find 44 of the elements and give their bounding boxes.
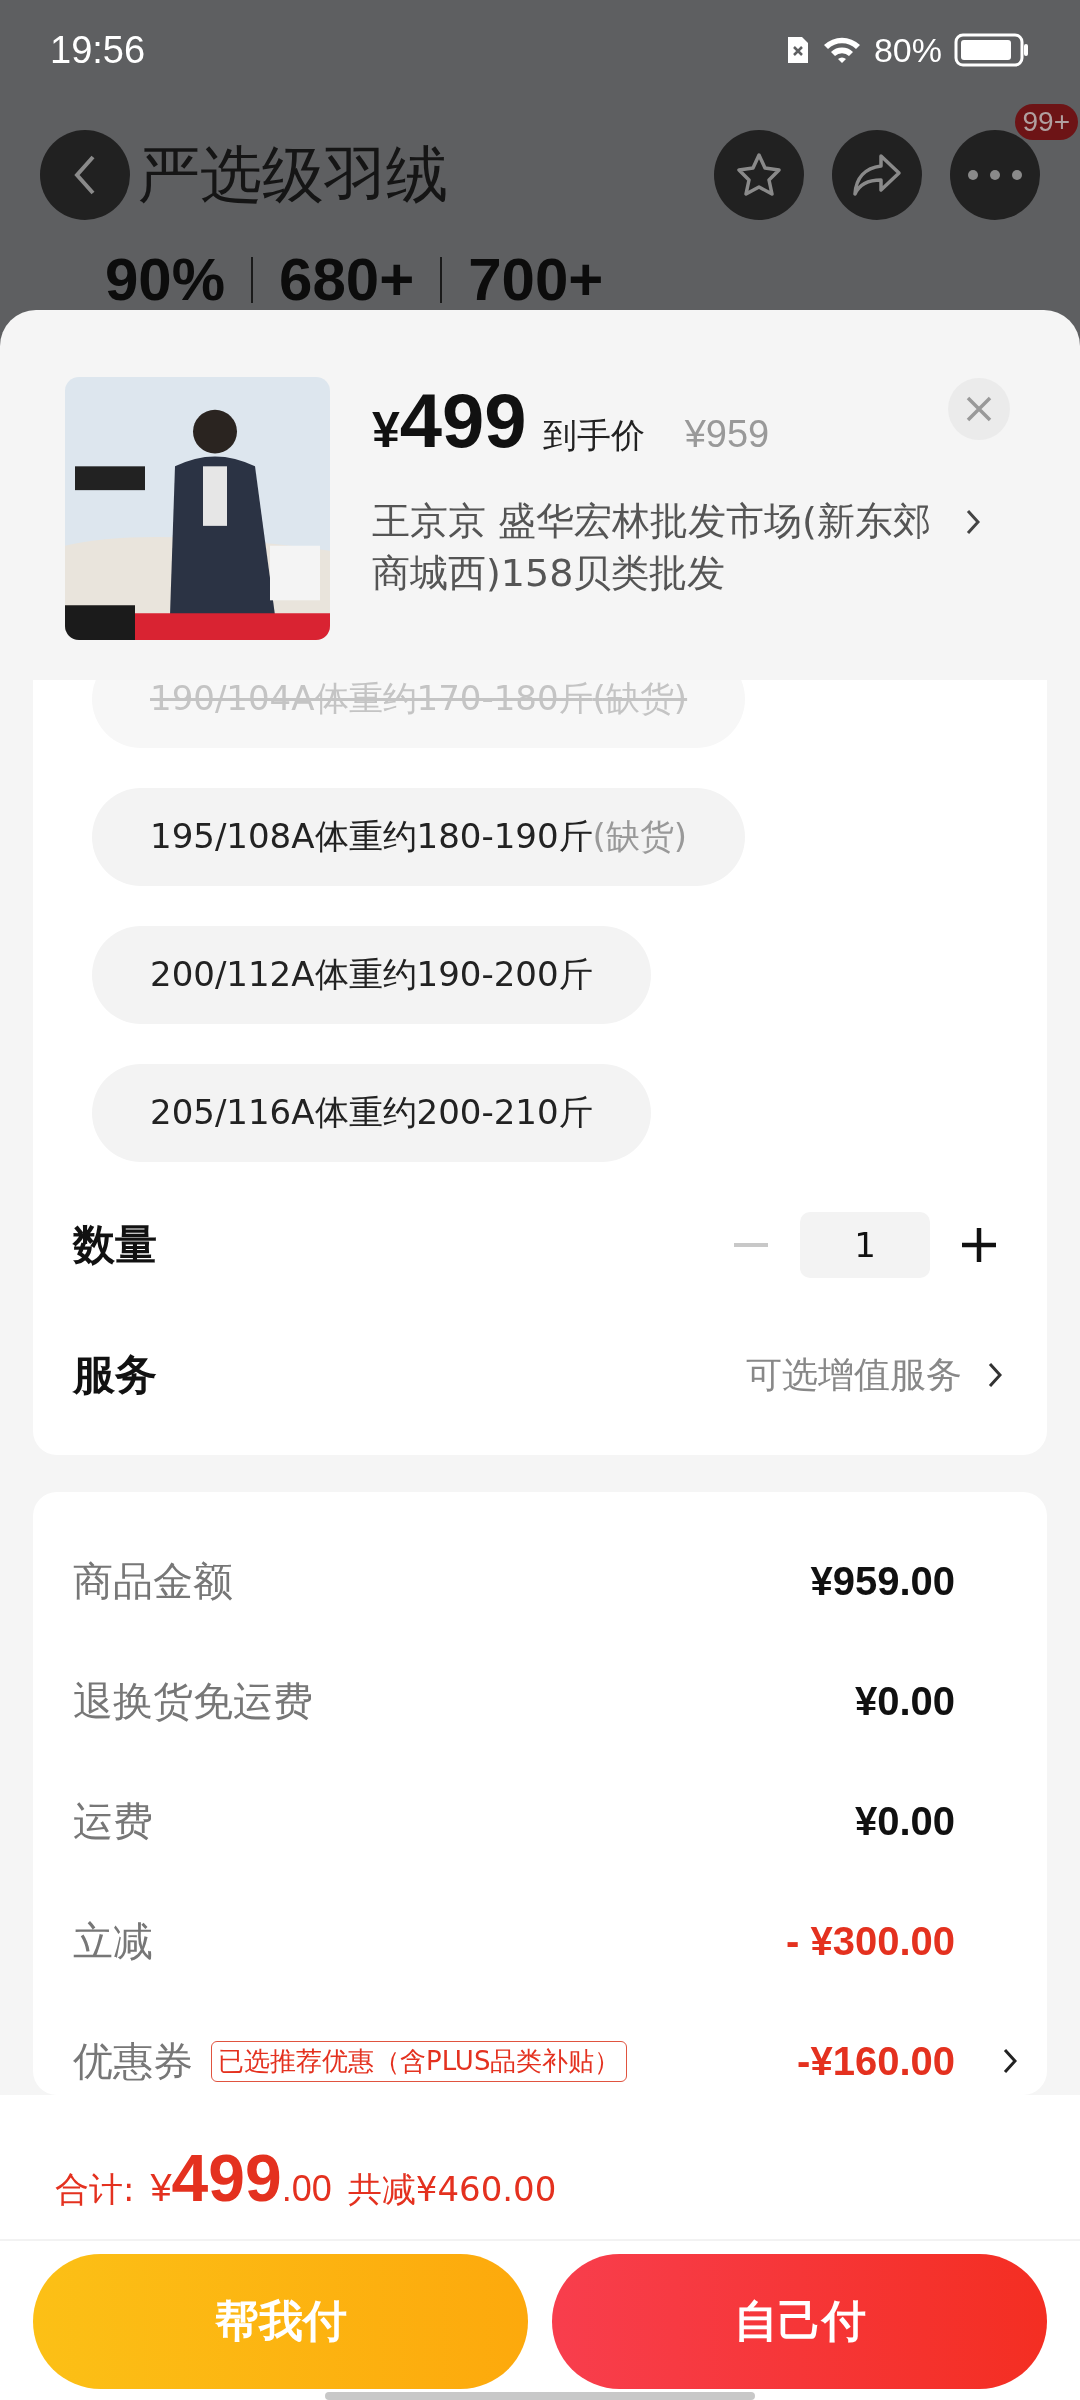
summary-value: ¥959.00 [810, 1558, 955, 1604]
total-label: 合计: [55, 2168, 135, 2211]
back-icon [73, 153, 97, 197]
battery-icon [954, 33, 1030, 67]
stat-value: 680+ [279, 250, 415, 310]
more-icon [967, 169, 1023, 181]
price: ¥499 [372, 377, 527, 464]
coupon-tag: 已选推荐优惠（含PLUS品类补贴） [211, 2040, 628, 2082]
status-time: 19:56 [50, 28, 146, 72]
quantity-label: 数量 [73, 1219, 157, 1271]
summary-value: ¥0.00 [854, 1678, 955, 1724]
original-price: ¥959 [684, 413, 770, 456]
summary-label: 立减 [73, 1916, 153, 1966]
stat-value: 700+ [468, 250, 604, 310]
minus-icon [734, 1243, 768, 1247]
size-option[interactable]: 205/116A体重约200-210斤 [92, 1064, 651, 1162]
service-label: 服务 [73, 1349, 157, 1401]
summary-label: 商品金额 [73, 1556, 233, 1606]
stat-value: 90% [105, 250, 226, 310]
store-address: 王京京 盛华宏林批发市场(新东郊商城西)158贝类批发 [372, 498, 932, 597]
summary-label: 退换货免运费 [73, 1676, 313, 1726]
summary-value: -¥160.00 [797, 2038, 955, 2084]
service-link[interactable]: 可选增值服务 [746, 1350, 962, 1400]
plus-icon [962, 1228, 996, 1262]
notification-badge: 99+ [1014, 104, 1078, 140]
summary-label: 运费 [73, 1796, 153, 1846]
chevron-icon [966, 509, 980, 535]
summary-label: 优惠券 [73, 2036, 193, 2086]
price-label: 到手价 [542, 414, 645, 457]
savings-amount: 共减¥460.00 [347, 2168, 557, 2211]
sim-icon [785, 35, 810, 65]
chevron-icon [1003, 2048, 1017, 2074]
page-title: 严选级羽绒 [138, 137, 448, 213]
size-option[interactable]: 195/108A体重约180-190斤(缺货) [92, 788, 746, 886]
chevron-icon [988, 1362, 1002, 1388]
battery-percent: 80% [873, 30, 942, 70]
quantity-field[interactable]: 1 [800, 1212, 930, 1278]
summary-value: ¥0.00 [854, 1798, 955, 1844]
close-icon [966, 396, 992, 422]
share-icon [851, 152, 903, 198]
total-price: ¥499.00 [150, 2140, 332, 2216]
size-option[interactable]: 200/112A体重约190-200斤 [92, 926, 651, 1024]
pay-button[interactable]: 自己付 [552, 2254, 1047, 2390]
summary-value: - ¥300.00 [785, 1918, 955, 1964]
